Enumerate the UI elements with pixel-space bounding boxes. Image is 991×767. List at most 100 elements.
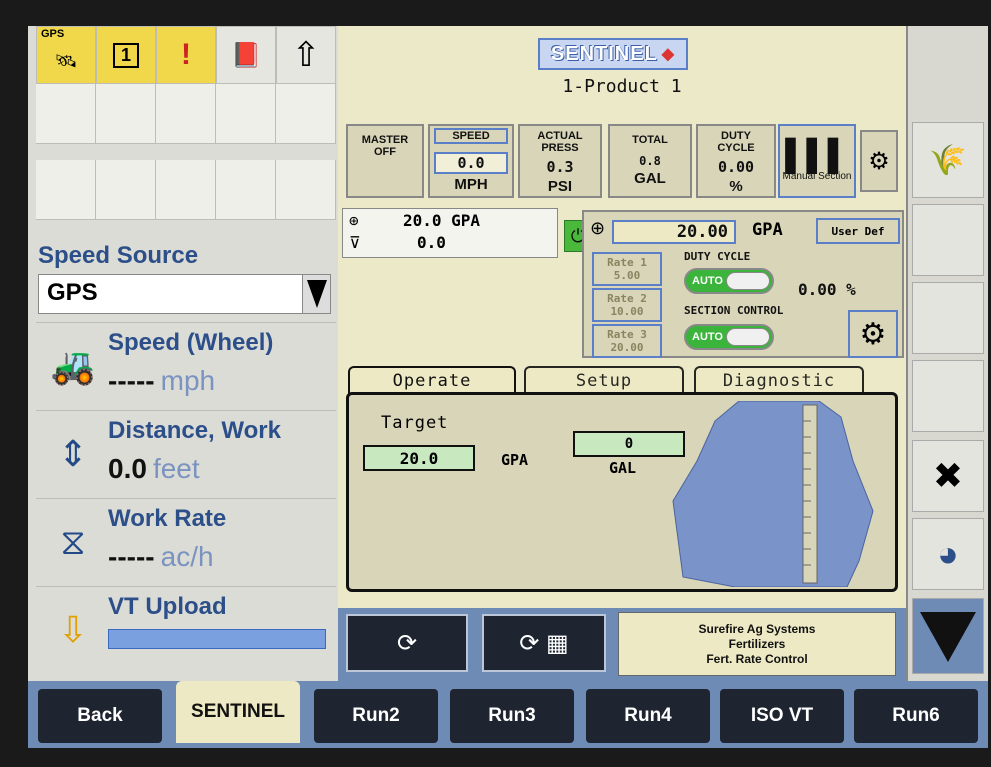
sentinel-panel: SENTINEL ◆ 1-Product 1 MASTER OFF SPEED 0… bbox=[338, 26, 906, 681]
speed-value: 0.0 bbox=[434, 152, 508, 174]
vt-upload-metric: ⇩ VT Upload bbox=[36, 586, 336, 670]
metric-value: 0.0 feet bbox=[108, 453, 200, 484]
info-line-3: Fert. Rate Control bbox=[706, 651, 808, 666]
tractor-icon: 🚜 bbox=[50, 345, 96, 386]
manual-section-button[interactable]: ▌▌▌ Manual Section bbox=[778, 124, 856, 198]
book-icon[interactable]: 📕 bbox=[216, 26, 276, 84]
tab-iso-vt[interactable]: ISO VT bbox=[720, 689, 844, 743]
grid-cell[interactable] bbox=[216, 160, 276, 219]
manual-section-label: Manual Section bbox=[782, 170, 852, 182]
tab-run4[interactable]: Run4 bbox=[586, 689, 710, 743]
center-action-bar: ⟳ ⟳ ▦ Surefire Ag Systems Fertilizers Fe… bbox=[338, 608, 906, 681]
scroll-down-icon[interactable] bbox=[912, 598, 984, 674]
distance-icon: ⇕ bbox=[57, 433, 89, 474]
duty-cycle-auto-toggle[interactable]: AUTO bbox=[684, 268, 774, 294]
sentinel-app-icon[interactable]: 🌾 bbox=[912, 122, 984, 198]
gps-status-icon[interactable]: GPS 🛰 bbox=[36, 26, 96, 84]
tools-icon[interactable]: ✖ bbox=[912, 440, 984, 512]
duty-cycle-value: 0.00 % bbox=[798, 280, 856, 299]
work-rate-icon: ⧖ bbox=[60, 520, 86, 562]
speed-source-value: GPS bbox=[47, 279, 98, 306]
rate-readout: ⊕ 20.0 GPA ⊽ 0.0 bbox=[342, 208, 558, 258]
bar-chart-icon: ▌▌▌ bbox=[785, 138, 849, 172]
grid-cell[interactable] bbox=[156, 160, 216, 219]
refresh-grid-button[interactable]: ⟳ ▦ bbox=[482, 614, 606, 672]
sentinel-logo: SENTINEL ◆ bbox=[538, 38, 688, 70]
grid-cell[interactable] bbox=[36, 84, 96, 143]
rate-2-button[interactable]: Rate 2 10.00 bbox=[592, 288, 662, 322]
dropdown-arrow-icon[interactable] bbox=[302, 275, 330, 313]
right-panel: 🌾 ✖ ◕ bbox=[906, 26, 988, 681]
shortcut-grid bbox=[36, 84, 336, 220]
flow-readout-value: 0.0 bbox=[417, 233, 446, 252]
grid-cell[interactable] bbox=[96, 84, 156, 143]
user-def-button[interactable]: User Def bbox=[816, 218, 900, 244]
right-slot-empty[interactable] bbox=[912, 360, 984, 432]
tab-run3[interactable]: Run3 bbox=[450, 689, 574, 743]
bottom-tab-bar: Back SENTINEL Run2 Run3 Run4 ISO VT Run6 bbox=[28, 681, 988, 748]
alert-icon[interactable]: ! bbox=[156, 26, 216, 84]
grid-cell[interactable] bbox=[96, 160, 156, 219]
pressure-button[interactable]: ACTUAL PRESS 0.3 PSI bbox=[518, 124, 602, 198]
logo-triangle-icon: ◆ bbox=[661, 46, 676, 63]
tab-run2[interactable]: Run2 bbox=[314, 689, 438, 743]
target-label: Target bbox=[381, 413, 449, 433]
refresh-button[interactable]: ⟳ bbox=[346, 614, 468, 672]
vt-upload-progress-bar bbox=[108, 629, 326, 649]
settings-gear-icon[interactable]: ⚙ bbox=[860, 130, 898, 192]
speed-button[interactable]: SPEED 0.0 MPH bbox=[428, 124, 514, 198]
speed-title: SPEED bbox=[434, 128, 508, 144]
grid-cell[interactable] bbox=[36, 160, 96, 219]
target-icon: ⊕ bbox=[349, 211, 359, 230]
metric-value: ----- ac/h bbox=[108, 541, 214, 572]
pressure-title: ACTUAL PRESS bbox=[537, 130, 583, 154]
tab-run6[interactable]: Run6 bbox=[854, 689, 978, 743]
total-button[interactable]: TOTAL 0.8 GAL bbox=[608, 124, 692, 198]
implement-icon[interactable]: 1 bbox=[96, 26, 156, 84]
info-line-2: Fertilizers bbox=[728, 636, 786, 651]
right-slot-empty[interactable] bbox=[912, 204, 984, 276]
metric-name: Speed (Wheel) bbox=[108, 329, 274, 356]
duty-title: DUTY CYCLE bbox=[717, 130, 755, 154]
globe-icon[interactable]: ◕ bbox=[912, 518, 984, 590]
total-value: 0.8 bbox=[639, 154, 661, 168]
section-control-label: SECTION CONTROL bbox=[684, 304, 784, 317]
target-unit: GPA bbox=[501, 451, 529, 469]
metric-name: VT Upload bbox=[108, 593, 227, 620]
duty-unit: % bbox=[729, 178, 743, 195]
master-button[interactable]: MASTER OFF bbox=[346, 124, 424, 198]
rate-readout-value: 20.0 GPA bbox=[403, 211, 481, 230]
section-control-auto-toggle[interactable]: AUTO bbox=[684, 324, 774, 350]
gallons-unit: GAL bbox=[609, 459, 637, 477]
total-unit: GAL bbox=[634, 170, 666, 187]
grid-cell[interactable] bbox=[156, 84, 216, 143]
metric-name: Distance, Work bbox=[108, 417, 281, 444]
metric-value: ----- mph bbox=[108, 365, 216, 396]
rate-control-panel: ⊕ 20.00 GPA User Def Rate 1 5.00 Rate 2 10… bbox=[582, 210, 904, 358]
left-panel: GPS 🛰 1 ! 📕 ⇧ Speed Source GPS 🚜 Speed (… bbox=[28, 26, 338, 681]
arrow-up-icon[interactable]: ⇧ bbox=[276, 26, 336, 84]
speed-source-label: Speed Source bbox=[38, 242, 199, 269]
grid-cell[interactable] bbox=[276, 84, 336, 143]
target-value-field[interactable]: 20.0 bbox=[363, 445, 475, 471]
speed-source-dropdown[interactable]: GPS bbox=[38, 274, 331, 314]
work-rate-metric: ⧖ Work Rate ----- ac/h bbox=[36, 498, 336, 582]
target-rate-field[interactable]: 20.00 bbox=[612, 220, 736, 244]
grid-cell[interactable] bbox=[276, 160, 336, 219]
rate-1-button[interactable]: Rate 1 5.00 bbox=[592, 252, 662, 286]
refresh-icon: ⟳ bbox=[396, 629, 418, 657]
duty-value: 0.00 bbox=[717, 158, 755, 176]
refresh-grid-icon: ⟳ ▦ bbox=[519, 629, 569, 657]
duty-cycle-button[interactable]: DUTY CYCLE 0.00 % bbox=[696, 124, 776, 198]
flow-settings-gear-icon[interactable]: ⚙ bbox=[848, 310, 898, 358]
distance-work-metric: ⇕ Distance, Work 0.0 feet bbox=[36, 410, 336, 494]
speed-unit: MPH bbox=[454, 176, 488, 193]
upload-icon: ⇩ bbox=[57, 609, 89, 650]
rate-3-button[interactable]: Rate 3 20.00 bbox=[592, 324, 662, 358]
target-rate-unit: GPA bbox=[752, 220, 783, 240]
back-button[interactable]: Back bbox=[38, 689, 162, 743]
grid-cell[interactable] bbox=[216, 84, 276, 143]
right-slot-empty[interactable] bbox=[912, 282, 984, 354]
tab-sentinel[interactable]: SENTINEL bbox=[176, 681, 300, 743]
top-icon-bar: GPS 🛰 1 ! 📕 ⇧ bbox=[36, 26, 336, 84]
